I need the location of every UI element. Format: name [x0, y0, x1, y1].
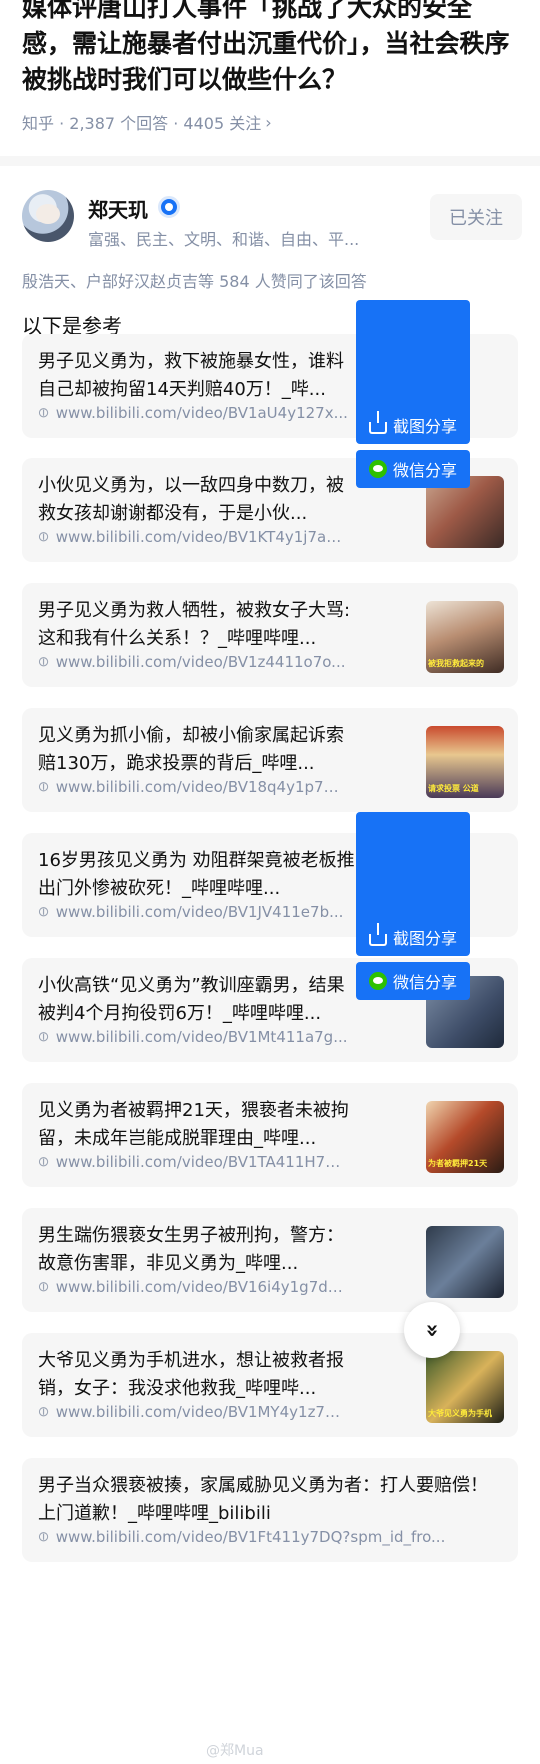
- link-card-url: ⊘ www.bilibili.com/video/BV1TA411H71...: [38, 1153, 348, 1171]
- link-card-url: ⊘ www.bilibili.com/video/BV16i4y1g7da...: [38, 1278, 348, 1296]
- link-card-url: ⊘ www.bilibili.com/video/BV1JV411e7b...: [38, 903, 348, 921]
- link-card-title: 男子见义勇为，救下被施暴女性，谁料自己却被拘留14天判赔40万！_哔...: [38, 351, 344, 400]
- screenshot-share-button[interactable]: 截图分享: [356, 918, 470, 956]
- chevron-right-icon: ›: [265, 112, 272, 132]
- link-icon: ⊘: [38, 528, 54, 546]
- link-icon: ⊘: [38, 653, 54, 671]
- link-card-title: 见义勇为者被羁押21天，猥亵者未被拘留，未成年岂能成脱罪理由_哔哩...: [38, 1100, 349, 1149]
- link-card-title: 16岁男孩见义勇为 劝阻群架竟被老板推出门外惨被砍死！_哔哩哔哩...: [38, 850, 355, 899]
- link-card-url: ⊘ www.bilibili.com/video/BV1z4411o7o...: [38, 653, 348, 671]
- video-thumbnail: 被我拒救起来的: [426, 601, 504, 673]
- link-card-url: ⊘ www.bilibili.com/video/BV1aU4y127x...: [38, 404, 348, 422]
- author-bio: 富强、民主、文明、和谐、自由、平...: [88, 230, 360, 249]
- link-icon: ⊘: [38, 404, 54, 422]
- thumbnail-caption: 请求投票 公道: [428, 784, 479, 793]
- link-card-url: ⊘ www.bilibili.com/video/BV1KT4y1j7aV...: [38, 528, 348, 546]
- wechat-share-label: 微信分享: [392, 461, 457, 480]
- thumbnail-caption: 被我拒救起来的: [428, 659, 484, 668]
- thumbnail-caption: 为者被羁押21天: [428, 1159, 488, 1168]
- double-chevron-down-icon: »: [419, 1322, 445, 1338]
- link-card-url: ⊘ www.bilibili.com/video/BV1Ft411y7DQ?spm…: [38, 1528, 498, 1546]
- link-card-title: 小伙见义勇为，以一敌四身中数刀，被救女孩却谢谢都没有，于是小伙...: [38, 475, 344, 524]
- link-card[interactable]: 见义勇为者被羁押21天，猥亵者未被拘留，未成年岂能成脱罪理由_哔哩... ⊘ ww…: [22, 1083, 518, 1187]
- screenshot-share-label: 截图分享: [392, 417, 457, 436]
- link-card-url: ⊘ www.bilibili.com/video/BV18q4y1p7U...: [38, 778, 348, 796]
- link-icon: ⊘: [38, 1028, 54, 1046]
- link-icon: ⊘: [38, 1403, 54, 1421]
- watermark: @郑Mua: [206, 1743, 264, 1759]
- scroll-next-button[interactable]: »: [404, 1302, 460, 1358]
- follow-button[interactable]: 已关注: [430, 194, 522, 240]
- question-meta[interactable]: 知乎 · 2,387 个回答 · 4405 关注 ›: [22, 110, 272, 134]
- link-card-title: 男子见义勇为救人牺牲，被救女子大骂:这和我有什么关系！？_哔哩哔哩...: [38, 600, 351, 649]
- avatar[interactable]: [22, 190, 74, 242]
- share-icon: [368, 923, 387, 946]
- share-overlay: 截图分享: [356, 300, 470, 444]
- screenshot-share-button[interactable]: 截图分享: [356, 406, 470, 444]
- link-icon: ⊘: [38, 778, 54, 796]
- question-title[interactable]: 媒体评唐山打人事件「挑战了大众的安全感，需让施暴者付出沉重代价」，当社会秩序被挑…: [22, 0, 518, 98]
- link-icon: ⊘: [38, 1528, 54, 1546]
- link-card[interactable]: 男子当众猥亵被揍，家属威胁见义勇为者：打人要赔偿！上门道歉！_哔哩哔哩_bili…: [22, 1458, 518, 1562]
- thumbnail-caption: 大爷见义勇为手机: [428, 1409, 492, 1418]
- wechat-share-row: 微信分享: [356, 450, 470, 488]
- author-row: 郑天玑 富强、民主、文明、和谐、自由、平... 已关注: [22, 190, 522, 250]
- link-card-url: ⊘ www.bilibili.com/video/BV1MY4y1z7K...: [38, 1403, 348, 1421]
- link-card[interactable]: 男子见义勇为救人牺牲，被救女子大骂:这和我有什么关系！？_哔哩哔哩... ⊘ ww…: [22, 583, 518, 687]
- likers-summary[interactable]: 殷浩天、户部好汉赵贞吉等 584 人赞同了该回答: [22, 268, 367, 292]
- link-card[interactable]: 见义勇为抓小偷，却被小偷家属起诉索赔130万，跪求投票的背后_哔哩... ⊘ ww…: [22, 708, 518, 812]
- link-card-title: 大爷见义勇为手机进水，想让被救者报销，女子：我没求他救我_哔哩哔...: [38, 1350, 344, 1399]
- section-divider: [0, 156, 540, 166]
- link-card-title: 小伙高铁“见义勇为”教训座霸男，结果被判4个月拘役罚6万！_哔哩哔哩...: [38, 975, 345, 1024]
- wechat-share-button[interactable]: 微信分享: [356, 962, 470, 1000]
- share-icon: [368, 411, 387, 434]
- wechat-share-row: 微信分享: [356, 962, 470, 1000]
- link-icon: ⊘: [38, 1278, 54, 1296]
- screenshot-share-label: 截图分享: [392, 929, 457, 948]
- question-stats: 知乎 · 2,387 个回答 · 4405 关注: [22, 114, 262, 133]
- link-icon: ⊘: [38, 1153, 54, 1171]
- link-card-url: ⊘ www.bilibili.com/video/BV1Mt411a7g...: [38, 1028, 348, 1046]
- video-thumbnail: 大爷见义勇为手机: [426, 1351, 504, 1423]
- link-card-title: 男子当众猥亵被揍，家属威胁见义勇为者：打人要赔偿！上门道歉！_哔哩哔哩_bili…: [38, 1475, 488, 1524]
- wechat-icon: [368, 972, 387, 990]
- wechat-icon: [368, 460, 387, 478]
- video-thumbnail: 请求投票 公道: [426, 726, 504, 798]
- wechat-share-button[interactable]: 微信分享: [356, 450, 470, 488]
- link-card-title: 见义勇为抓小偷，却被小偷家属起诉索赔130万，跪求投票的背后_哔哩...: [38, 725, 344, 774]
- video-thumbnail: 为者被羁押21天: [426, 1101, 504, 1173]
- video-thumbnail: [426, 1226, 504, 1298]
- link-card[interactable]: 男生踹伤猥亵女生男子被刑拘，警方：故意伤害罪，非见义勇为_哔哩... ⊘ www.…: [22, 1208, 518, 1312]
- link-icon: ⊘: [38, 903, 54, 921]
- share-overlay: 截图分享: [356, 812, 470, 956]
- link-card-title: 男生踹伤猥亵女生男子被刑拘，警方：故意伤害罪，非见义勇为_哔哩...: [38, 1225, 344, 1274]
- wechat-share-label: 微信分享: [392, 973, 457, 992]
- verified-badge-icon: [158, 196, 180, 218]
- author-name[interactable]: 郑天玑: [88, 194, 148, 223]
